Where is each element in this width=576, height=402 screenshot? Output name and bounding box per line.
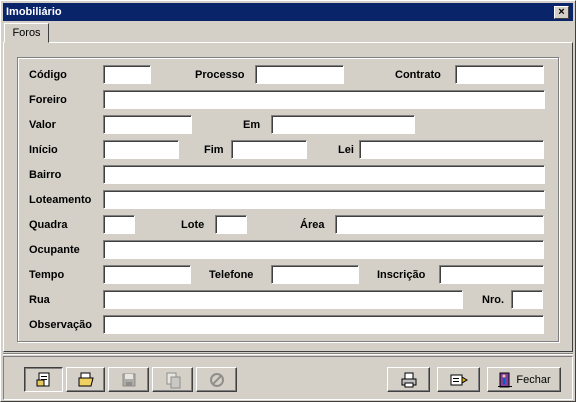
close-icon: × [558, 6, 565, 18]
close-button[interactable]: × [554, 6, 569, 19]
loteamento-input[interactable] [103, 190, 545, 209]
area-label: Área [300, 219, 325, 231]
observacao-input[interactable] [103, 315, 544, 334]
quadra-input[interactable] [103, 215, 135, 234]
valor-label: Valor [29, 119, 56, 131]
open-folder-icon [78, 372, 94, 386]
print-button[interactable] [387, 367, 430, 392]
inscricao-label: Inscrição [377, 269, 426, 281]
copy-icon [166, 372, 180, 388]
lei-label: Lei [338, 144, 354, 156]
open-button[interactable] [66, 367, 105, 392]
codigo-input[interactable] [103, 65, 151, 84]
copy-button[interactable] [152, 367, 193, 392]
new-record-icon [36, 372, 49, 386]
codigo-label: Código [29, 69, 67, 81]
cancel-button[interactable] [196, 367, 237, 392]
quadra-label: Quadra [29, 219, 68, 231]
telefone-label: Telefone [209, 269, 254, 281]
inicio-input[interactable] [103, 140, 179, 159]
valor-input[interactable] [103, 115, 192, 134]
loteamento-label: Loteamento [29, 194, 92, 206]
lote-label: Lote [181, 219, 205, 231]
search-icon [450, 374, 468, 385]
contrato-input[interactable] [455, 65, 544, 84]
area-input[interactable] [335, 215, 544, 234]
telefone-input[interactable] [271, 265, 359, 284]
save-button[interactable] [108, 367, 149, 392]
lei-input[interactable] [359, 140, 544, 159]
fechar-button[interactable]: Fechar [487, 367, 561, 392]
exit-door-icon [498, 372, 513, 387]
main-window: Imobiliário × Foros Código Processo Cont… [0, 0, 576, 402]
lote-input[interactable] [215, 215, 247, 234]
fim-label: Fim [204, 144, 224, 156]
tempo-input[interactable] [103, 265, 191, 284]
ocupante-label: Ocupante [29, 244, 80, 256]
cancel-icon [209, 372, 224, 387]
bairro-input[interactable] [103, 165, 545, 184]
foreiro-input[interactable] [103, 90, 545, 109]
contrato-label: Contrato [395, 69, 441, 81]
bairro-label: Bairro [29, 169, 62, 181]
tab-foros[interactable]: Foros [4, 23, 49, 43]
save-icon [122, 373, 135, 386]
title-bar[interactable]: Imobiliário × [3, 3, 573, 21]
foreiro-label: Foreiro [29, 94, 67, 106]
processo-input[interactable] [255, 65, 344, 84]
fim-input[interactable] [231, 140, 307, 159]
tempo-label: Tempo [29, 269, 65, 281]
search-button[interactable] [437, 367, 480, 392]
tab-label: Foros [12, 27, 41, 39]
observacao-label: Observação [29, 319, 92, 331]
processo-label: Processo [195, 69, 245, 81]
fechar-label: Fechar [516, 373, 551, 386]
inscricao-input[interactable] [439, 265, 544, 284]
em-label: Em [243, 119, 261, 131]
rua-input[interactable] [103, 290, 463, 309]
window-title: Imobiliário [6, 6, 62, 18]
nro-input[interactable] [511, 290, 543, 309]
inicio-label: Início [29, 144, 58, 156]
em-input[interactable] [271, 115, 415, 134]
ocupante-input[interactable] [103, 240, 544, 259]
rua-label: Rua [29, 294, 50, 306]
separator [3, 353, 573, 355]
new-record-button[interactable] [24, 367, 63, 392]
nro-label: Nro. [482, 294, 504, 306]
printer-icon [401, 372, 416, 387]
